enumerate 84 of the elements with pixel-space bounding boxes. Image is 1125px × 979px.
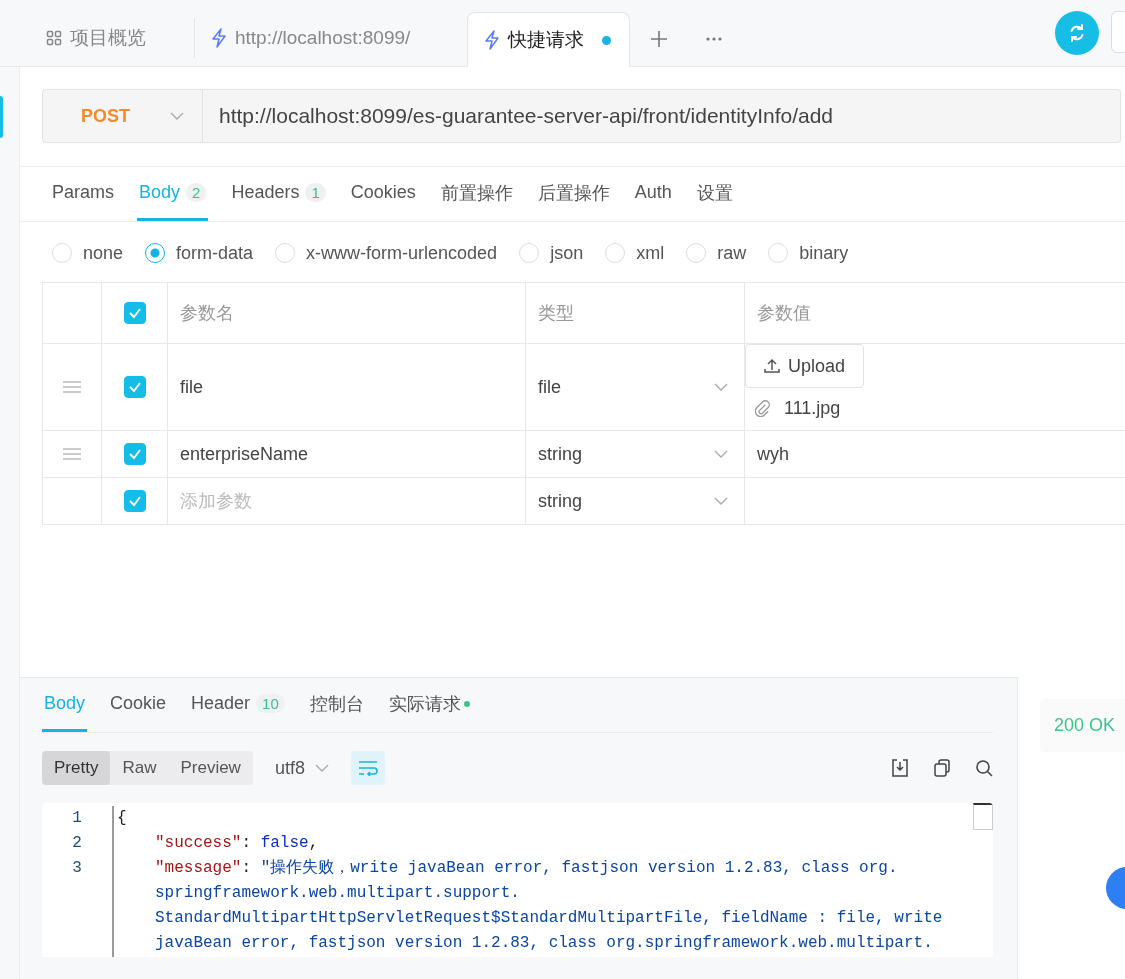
request-tab[interactable]: 后置操作 bbox=[535, 167, 612, 221]
request-tab[interactable]: 前置操作 bbox=[438, 167, 515, 221]
line-number: 3 bbox=[72, 859, 82, 877]
line-number: 1 bbox=[72, 809, 82, 827]
checkbox[interactable] bbox=[123, 443, 146, 465]
request-tab[interactable]: Params bbox=[50, 167, 116, 221]
status-code: 200 OK bbox=[1040, 699, 1125, 752]
response-tab[interactable]: Cookie bbox=[108, 678, 169, 732]
more-icon[interactable] bbox=[706, 37, 722, 41]
checkbox[interactable] bbox=[123, 376, 146, 398]
document-tab[interactable]: 快捷请求 bbox=[467, 12, 630, 67]
wrap-button[interactable] bbox=[350, 751, 385, 785]
request-tab[interactable]: Headers 1 bbox=[229, 167, 328, 221]
encoding-select[interactable]: utf8 bbox=[274, 757, 329, 779]
code-line: { bbox=[117, 808, 127, 829]
response-tab[interactable]: 实际请求 bbox=[386, 678, 472, 732]
scrollbar[interactable] bbox=[973, 803, 993, 830]
request-tab[interactable]: 设置 bbox=[694, 167, 735, 221]
radio-label: form-data bbox=[176, 242, 254, 264]
radio-label: raw bbox=[717, 242, 747, 264]
type-select[interactable]: string bbox=[538, 490, 582, 512]
view-mode-option[interactable]: Preview bbox=[168, 751, 253, 785]
view-mode-option[interactable]: Raw bbox=[110, 751, 169, 785]
code-line: "success": false, bbox=[154, 833, 319, 854]
check-icon bbox=[127, 380, 142, 394]
radio-option[interactable]: form-data bbox=[145, 242, 254, 264]
param-name[interactable]: file bbox=[180, 376, 203, 398]
code-line: javaBean error, fastjson version 1.2.83, class org.springframework.web.multipart. bbox=[154, 933, 933, 954]
radio-option[interactable]: none bbox=[52, 242, 124, 264]
chevron-icon bbox=[714, 450, 728, 458]
count-badge: 2 bbox=[186, 183, 207, 202]
check-icon bbox=[127, 447, 142, 461]
code-line: StandardMultipartHttpServletRequest$StandardMultipartFile, fieldName : file, write bbox=[154, 908, 943, 929]
type-select[interactable]: file bbox=[538, 376, 561, 398]
drag-handle-icon[interactable] bbox=[63, 448, 81, 460]
grid-icon bbox=[46, 30, 62, 46]
radio-option[interactable]: binary bbox=[768, 242, 849, 264]
paperclip-icon bbox=[755, 400, 770, 417]
count-badge: 1 bbox=[305, 183, 326, 202]
active-marker bbox=[0, 96, 3, 138]
drag-handle-icon[interactable] bbox=[63, 381, 81, 393]
line-number: 2 bbox=[72, 834, 82, 852]
url-field[interactable]: http://localhost:8099/es-guarantee-server-api/front/identityInfo/add bbox=[203, 89, 1121, 143]
code-line: "message": "操作失败，write javaBean error, fastjson version 1.2.83, class org. bbox=[154, 858, 898, 879]
response-tab[interactable]: 控制台 bbox=[307, 678, 366, 732]
radio-label: json bbox=[550, 242, 584, 264]
checkbox[interactable] bbox=[123, 490, 146, 512]
wrap-icon bbox=[357, 760, 378, 776]
column-header: 参数值 bbox=[757, 302, 811, 325]
request-tab[interactable]: Auth bbox=[632, 167, 674, 221]
upload-button[interactable]: Upload bbox=[745, 344, 865, 388]
copy-icon[interactable] bbox=[933, 759, 951, 777]
count-badge: 10 bbox=[256, 694, 285, 713]
radio-button[interactable] bbox=[145, 243, 166, 263]
type-select[interactable]: string bbox=[538, 443, 582, 465]
param-name[interactable]: enterpriseName bbox=[180, 443, 309, 465]
check-icon bbox=[127, 494, 142, 508]
check-icon bbox=[127, 306, 142, 320]
checkbox[interactable] bbox=[123, 302, 146, 324]
chevron-icon bbox=[714, 497, 728, 505]
add-tab-icon[interactable] bbox=[650, 30, 668, 48]
lightning-icon bbox=[211, 28, 227, 48]
radio-label: binary bbox=[799, 242, 849, 264]
radio-label: xml bbox=[636, 242, 665, 264]
download-icon[interactable] bbox=[891, 759, 909, 777]
view-mode-option[interactable]: Pretty bbox=[42, 751, 111, 785]
column-header: 类型 bbox=[538, 302, 574, 325]
request-tab[interactable]: Cookies bbox=[348, 167, 418, 221]
upload-icon bbox=[764, 358, 780, 374]
radio-option[interactable]: raw bbox=[686, 242, 747, 264]
sync-button[interactable] bbox=[1055, 11, 1099, 55]
lightning-icon bbox=[484, 30, 500, 50]
chevron-icon bbox=[170, 112, 184, 120]
file-name: 111.jpg bbox=[784, 398, 841, 419]
column-header: 参数名 bbox=[180, 302, 234, 325]
radio-option[interactable]: json bbox=[519, 242, 584, 264]
search-icon[interactable] bbox=[975, 759, 993, 777]
radio-label: none bbox=[83, 242, 124, 264]
radio-option[interactable]: xml bbox=[605, 242, 665, 264]
chevron-icon bbox=[714, 383, 728, 391]
response-tab[interactable]: Header 10 bbox=[189, 678, 287, 732]
code-line: springframework.web.multipart.support. bbox=[154, 883, 520, 904]
param-value[interactable]: wyh bbox=[757, 443, 789, 465]
chevron-icon bbox=[314, 764, 329, 772]
